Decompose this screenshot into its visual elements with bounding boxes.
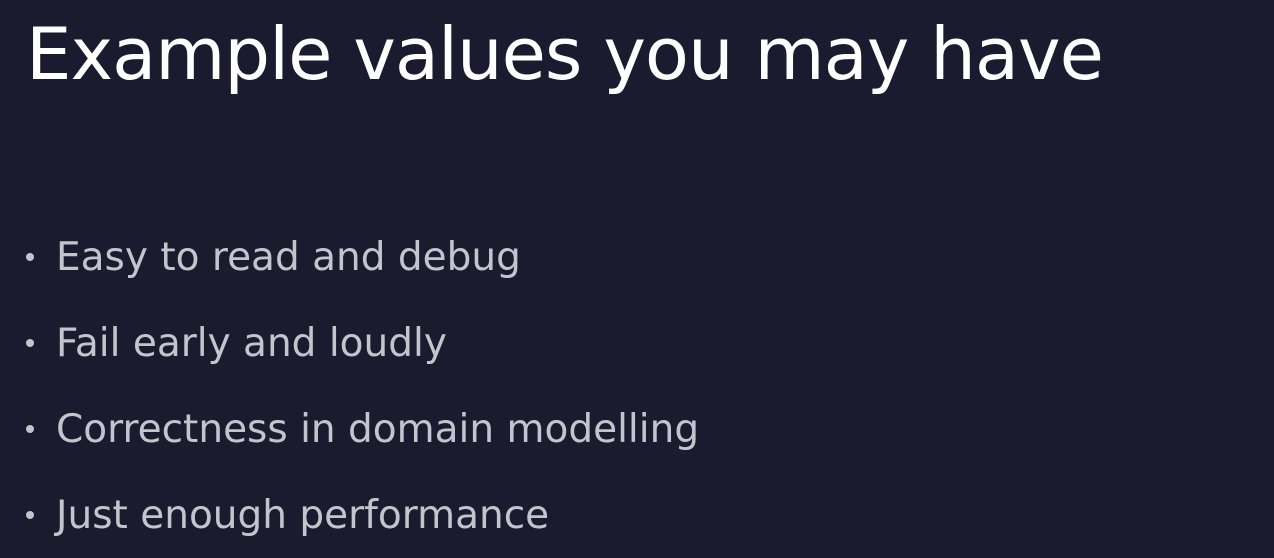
bullet-text: Correctness in domain modelling [56, 406, 700, 452]
bullet-item: Correctness in domain modelling [26, 386, 699, 472]
bullet-item: Fail early and loudly [26, 300, 699, 386]
bullet-text: Just enough performance [56, 492, 550, 538]
bullet-list: Easy to read and debug Fail early and lo… [26, 214, 699, 558]
bullet-text: Easy to read and debug [56, 234, 521, 280]
slide: Example values you may have Easy to read… [0, 0, 1274, 549]
bullet-dot-icon [26, 425, 34, 433]
bullet-dot-icon [26, 339, 34, 347]
bullet-item: Just enough performance [26, 472, 699, 558]
bullet-dot-icon [26, 511, 34, 519]
bullet-dot-icon [26, 253, 34, 261]
bullet-item: Easy to read and debug [26, 214, 699, 300]
slide-title: Example values you may have [26, 12, 1104, 96]
bullet-text: Fail early and loudly [56, 320, 447, 366]
